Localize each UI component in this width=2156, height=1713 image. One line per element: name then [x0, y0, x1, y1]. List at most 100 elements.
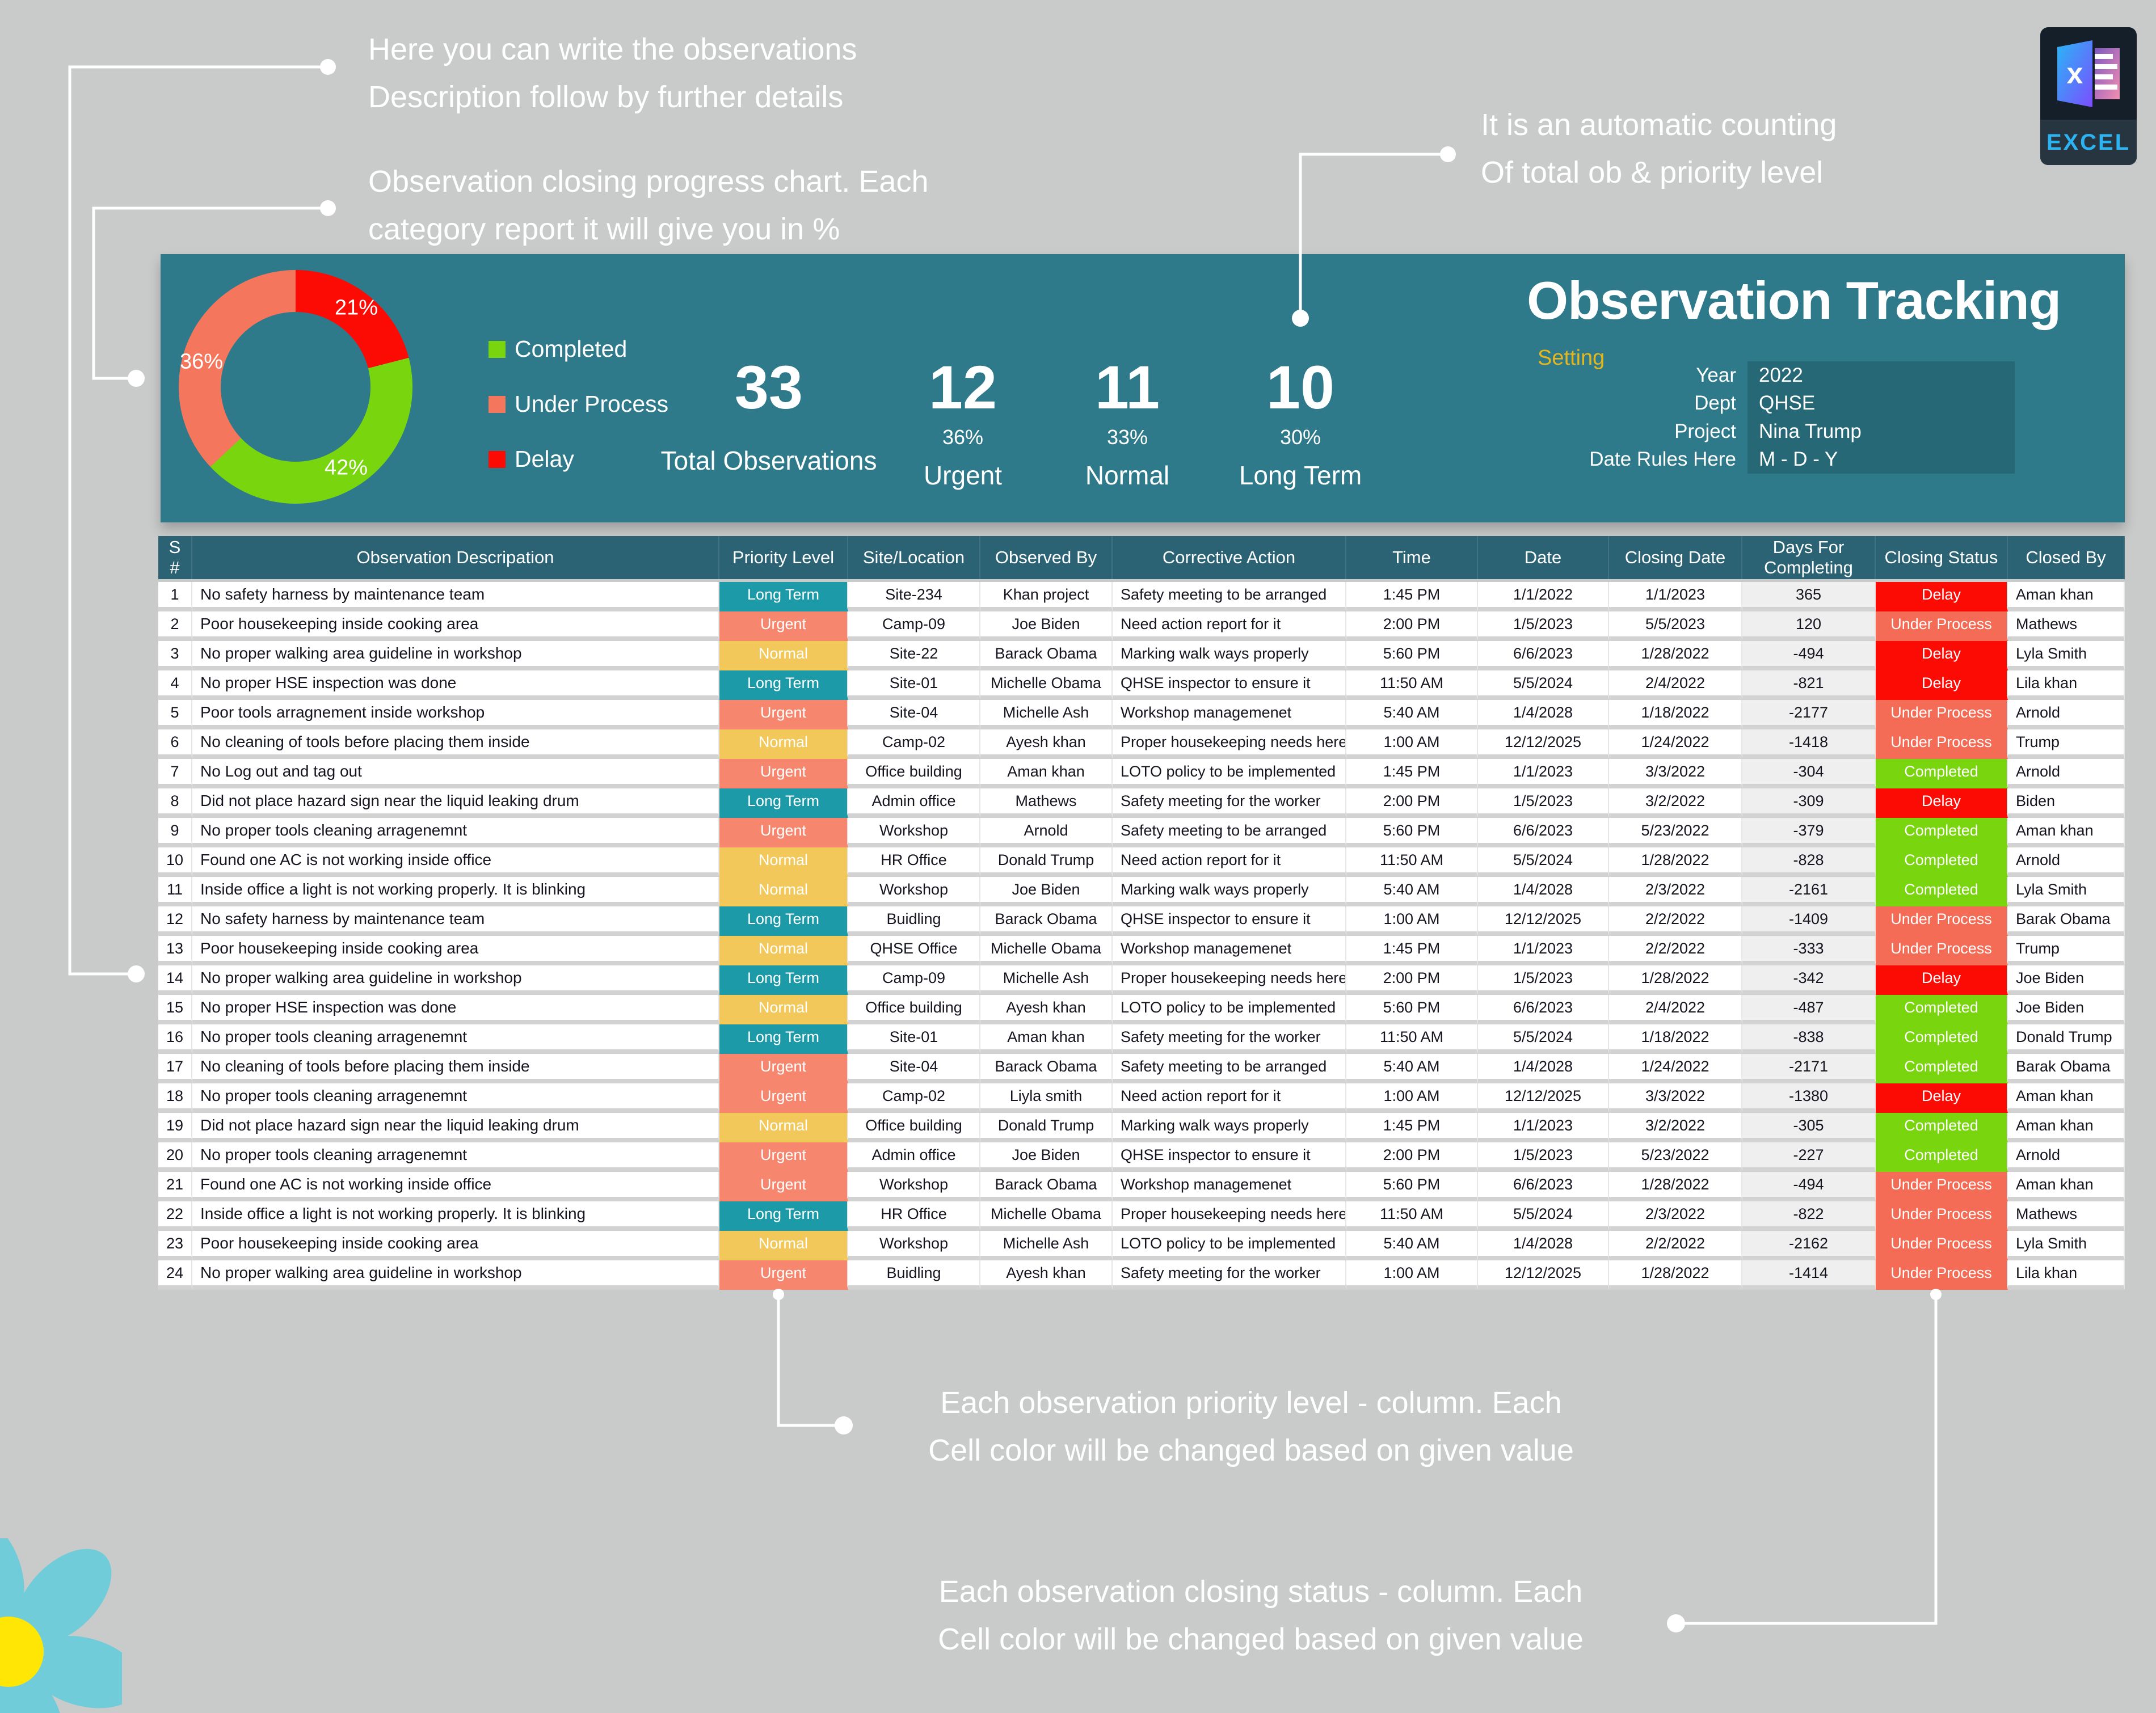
cell-closing-date[interactable]: 2/2/2022: [1609, 936, 1742, 965]
cell-closing-date[interactable]: 2/2/2022: [1609, 906, 1742, 936]
cell-observed-by[interactable]: Michelle Ash: [980, 1231, 1113, 1260]
cell-priority[interactable]: Urgent: [719, 700, 848, 729]
cell-observed-by[interactable]: Joe Biden: [980, 611, 1113, 641]
cell-closing-status[interactable]: Completed: [1876, 1142, 2008, 1172]
cell-priority[interactable]: Urgent: [719, 759, 848, 788]
cell-site-location[interactable]: Workshop: [848, 1172, 980, 1201]
cell-time[interactable]: 5:40 AM: [1346, 877, 1478, 906]
cell-closing-status[interactable]: Completed: [1876, 995, 2008, 1024]
cell-days-for-completing[interactable]: -1414: [1742, 1260, 1876, 1290]
cell-closing-status[interactable]: Completed: [1876, 1024, 2008, 1054]
cell-site-location[interactable]: HR Office: [848, 1201, 980, 1231]
cell-closed-by[interactable]: Lyla Smith: [2008, 641, 2125, 670]
cell-closed-by[interactable]: Joe Biden: [2008, 965, 2125, 995]
cell-closing-status[interactable]: Under Process: [1876, 611, 2008, 641]
cell-observed-by[interactable]: Barack Obama: [980, 1172, 1113, 1201]
cell-date[interactable]: 5/5/2024: [1478, 847, 1609, 877]
cell-date[interactable]: 12/12/2025: [1478, 906, 1609, 936]
cell-time[interactable]: 11:50 AM: [1346, 670, 1478, 700]
cell-site-location[interactable]: Admin office: [848, 788, 980, 818]
cell-site-location[interactable]: Site-01: [848, 1024, 980, 1054]
cell-closing-status[interactable]: Under Process: [1876, 1172, 2008, 1201]
cell-days-for-completing[interactable]: -227: [1742, 1142, 1876, 1172]
cell-days-for-completing[interactable]: -494: [1742, 1172, 1876, 1201]
cell-closed-by[interactable]: Lila khan: [2008, 670, 2125, 700]
cell-description[interactable]: No proper HSE inspection was done: [192, 670, 719, 700]
cell-description[interactable]: No proper tools cleaning arragenemnt: [192, 1024, 719, 1054]
cell-site-location[interactable]: Buidling: [848, 1260, 980, 1290]
cell-closing-status[interactable]: Delay: [1876, 965, 2008, 995]
cell-date[interactable]: 1/1/2023: [1478, 936, 1609, 965]
cell-description[interactable]: No proper tools cleaning arragenemnt: [192, 1083, 719, 1113]
cell-closing-date[interactable]: 5/23/2022: [1609, 818, 1742, 847]
cell-closing-date[interactable]: 2/2/2022: [1609, 1231, 1742, 1260]
cell-observed-by[interactable]: Khan project: [980, 582, 1113, 611]
cell-closed-by[interactable]: Arnold: [2008, 700, 2125, 729]
cell-days-for-completing[interactable]: 365: [1742, 582, 1876, 611]
cell-closing-status[interactable]: Completed: [1876, 877, 2008, 906]
cell-site-location[interactable]: Camp-02: [848, 1083, 980, 1113]
cell-time[interactable]: 1:45 PM: [1346, 582, 1478, 611]
cell-closing-date[interactable]: 1/28/2022: [1609, 847, 1742, 877]
cell-days-for-completing[interactable]: -1409: [1742, 906, 1876, 936]
cell-closing-status[interactable]: Completed: [1876, 1054, 2008, 1083]
cell-serial[interactable]: 8: [158, 788, 192, 818]
cell-description[interactable]: No cleaning of tools before placing them…: [192, 729, 719, 759]
cell-priority[interactable]: Long Term: [719, 670, 848, 700]
cell-observed-by[interactable]: Barack Obama: [980, 906, 1113, 936]
cell-time[interactable]: 11:50 AM: [1346, 847, 1478, 877]
cell-corrective-action[interactable]: Proper housekeeping needs here: [1113, 729, 1346, 759]
column-header-date[interactable]: Date: [1478, 536, 1609, 579]
cell-site-location[interactable]: Camp-09: [848, 611, 980, 641]
cell-closing-date[interactable]: 1/28/2022: [1609, 965, 1742, 995]
cell-corrective-action[interactable]: Marking walk ways properly: [1113, 877, 1346, 906]
cell-serial[interactable]: 18: [158, 1083, 192, 1113]
cell-closed-by[interactable]: Lyla Smith: [2008, 1231, 2125, 1260]
cell-closing-date[interactable]: 1/28/2022: [1609, 641, 1742, 670]
column-header-s-[interactable]: S #: [158, 536, 192, 579]
cell-days-for-completing[interactable]: -2162: [1742, 1231, 1876, 1260]
cell-date[interactable]: 5/5/2024: [1478, 1024, 1609, 1054]
cell-priority[interactable]: Normal: [719, 847, 848, 877]
cell-observed-by[interactable]: Barack Obama: [980, 641, 1113, 670]
cell-time[interactable]: 5:40 AM: [1346, 1054, 1478, 1083]
cell-closing-date[interactable]: 3/2/2022: [1609, 788, 1742, 818]
cell-closing-date[interactable]: 2/3/2022: [1609, 877, 1742, 906]
cell-date[interactable]: 6/6/2023: [1478, 1172, 1609, 1201]
cell-days-for-completing[interactable]: -487: [1742, 995, 1876, 1024]
setting-field-value[interactable]: QHSE: [1747, 392, 1815, 415]
cell-date[interactable]: 1/5/2023: [1478, 965, 1609, 995]
cell-time[interactable]: 1:45 PM: [1346, 936, 1478, 965]
cell-site-location[interactable]: Camp-09: [848, 965, 980, 995]
cell-closed-by[interactable]: Lyla Smith: [2008, 877, 2125, 906]
cell-observed-by[interactable]: Ayesh khan: [980, 729, 1113, 759]
cell-site-location[interactable]: Office building: [848, 759, 980, 788]
cell-days-for-completing[interactable]: -2177: [1742, 700, 1876, 729]
cell-days-for-completing[interactable]: -2171: [1742, 1054, 1876, 1083]
cell-closing-date[interactable]: 1/28/2022: [1609, 1172, 1742, 1201]
cell-date[interactable]: 6/6/2023: [1478, 818, 1609, 847]
cell-days-for-completing[interactable]: -379: [1742, 818, 1876, 847]
cell-days-for-completing[interactable]: -305: [1742, 1113, 1876, 1142]
cell-date[interactable]: 12/12/2025: [1478, 1083, 1609, 1113]
cell-closed-by[interactable]: Barak Obama: [2008, 906, 2125, 936]
column-header-priority-level[interactable]: Priority Level: [719, 536, 848, 579]
cell-description[interactable]: No proper walking area guideline in work…: [192, 965, 719, 995]
cell-date[interactable]: 5/5/2024: [1478, 1201, 1609, 1231]
cell-priority[interactable]: Urgent: [719, 1083, 848, 1113]
cell-closed-by[interactable]: Arnold: [2008, 847, 2125, 877]
cell-closing-date[interactable]: 1/18/2022: [1609, 1024, 1742, 1054]
cell-site-location[interactable]: Office building: [848, 995, 980, 1024]
cell-time[interactable]: 5:40 AM: [1346, 1231, 1478, 1260]
cell-observed-by[interactable]: Aman khan: [980, 759, 1113, 788]
cell-priority[interactable]: Long Term: [719, 965, 848, 995]
cell-days-for-completing[interactable]: -1418: [1742, 729, 1876, 759]
cell-date[interactable]: 1/4/2028: [1478, 1231, 1609, 1260]
cell-observed-by[interactable]: Ayesh khan: [980, 1260, 1113, 1290]
cell-date[interactable]: 1/5/2023: [1478, 788, 1609, 818]
cell-time[interactable]: 5:40 AM: [1346, 700, 1478, 729]
cell-time[interactable]: 11:50 AM: [1346, 1024, 1478, 1054]
cell-time[interactable]: 2:00 PM: [1346, 1142, 1478, 1172]
cell-site-location[interactable]: HR Office: [848, 847, 980, 877]
cell-closed-by[interactable]: Aman khan: [2008, 582, 2125, 611]
